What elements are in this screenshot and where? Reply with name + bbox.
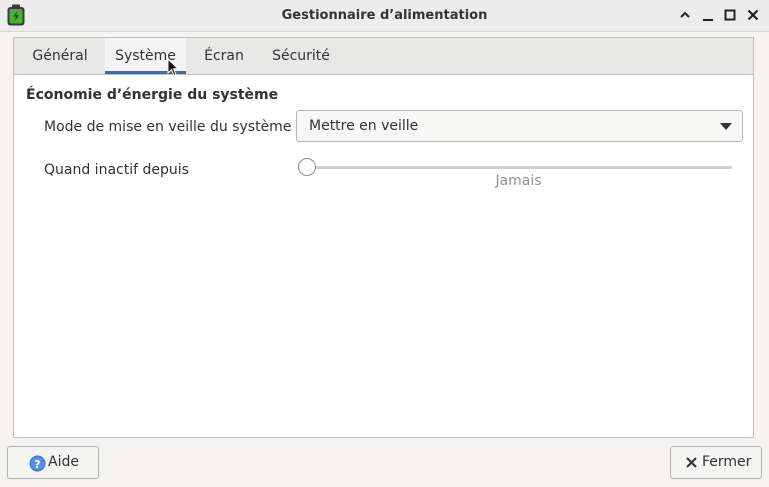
slider-trough [298,166,732,169]
help-button[interactable]: ? Aide [7,446,99,479]
svg-text:?: ? [34,458,40,471]
tab-general[interactable]: Général [24,38,96,74]
chevron-up-icon[interactable] [677,7,693,23]
tab-ecran[interactable]: Écran [196,38,252,74]
section-title: Économie d’énergie du système [26,87,279,103]
settings-notebook: Général Système Écran Sécurité Économie … [13,37,754,438]
sleep-mode-dropdown[interactable]: Mettre en veille [296,110,743,142]
inactive-label: Quand inactif depuis [44,162,189,178]
minimize-icon[interactable] [700,7,716,23]
sleep-mode-label: Mode de mise en veille du système : [44,119,301,135]
close-button[interactable]: Fermer [670,446,762,479]
tab-ecran-label: Écran [204,48,244,64]
mouse-pointer-icon [167,58,179,77]
close-button-label: Fermer [702,454,752,470]
close-x-icon [686,457,697,468]
tab-general-label: Général [32,48,88,64]
maximize-icon[interactable] [722,7,738,23]
window-title: Gestionnaire d’alimentation [281,8,488,23]
tab-securite[interactable]: Sécurité [264,38,338,74]
tab-securite-label: Sécurité [272,48,330,64]
slider-value-label: Jamais [495,173,542,189]
tab-bar: Général Système Écran Sécurité [14,38,753,75]
help-icon: ? [29,455,46,472]
close-icon[interactable] [745,7,761,23]
title-bar: Gestionnaire d’alimentation [0,0,769,32]
sleep-mode-value: Mettre en veille [309,118,419,134]
help-button-label: Aide [48,454,79,470]
chevron-down-icon [720,123,732,130]
